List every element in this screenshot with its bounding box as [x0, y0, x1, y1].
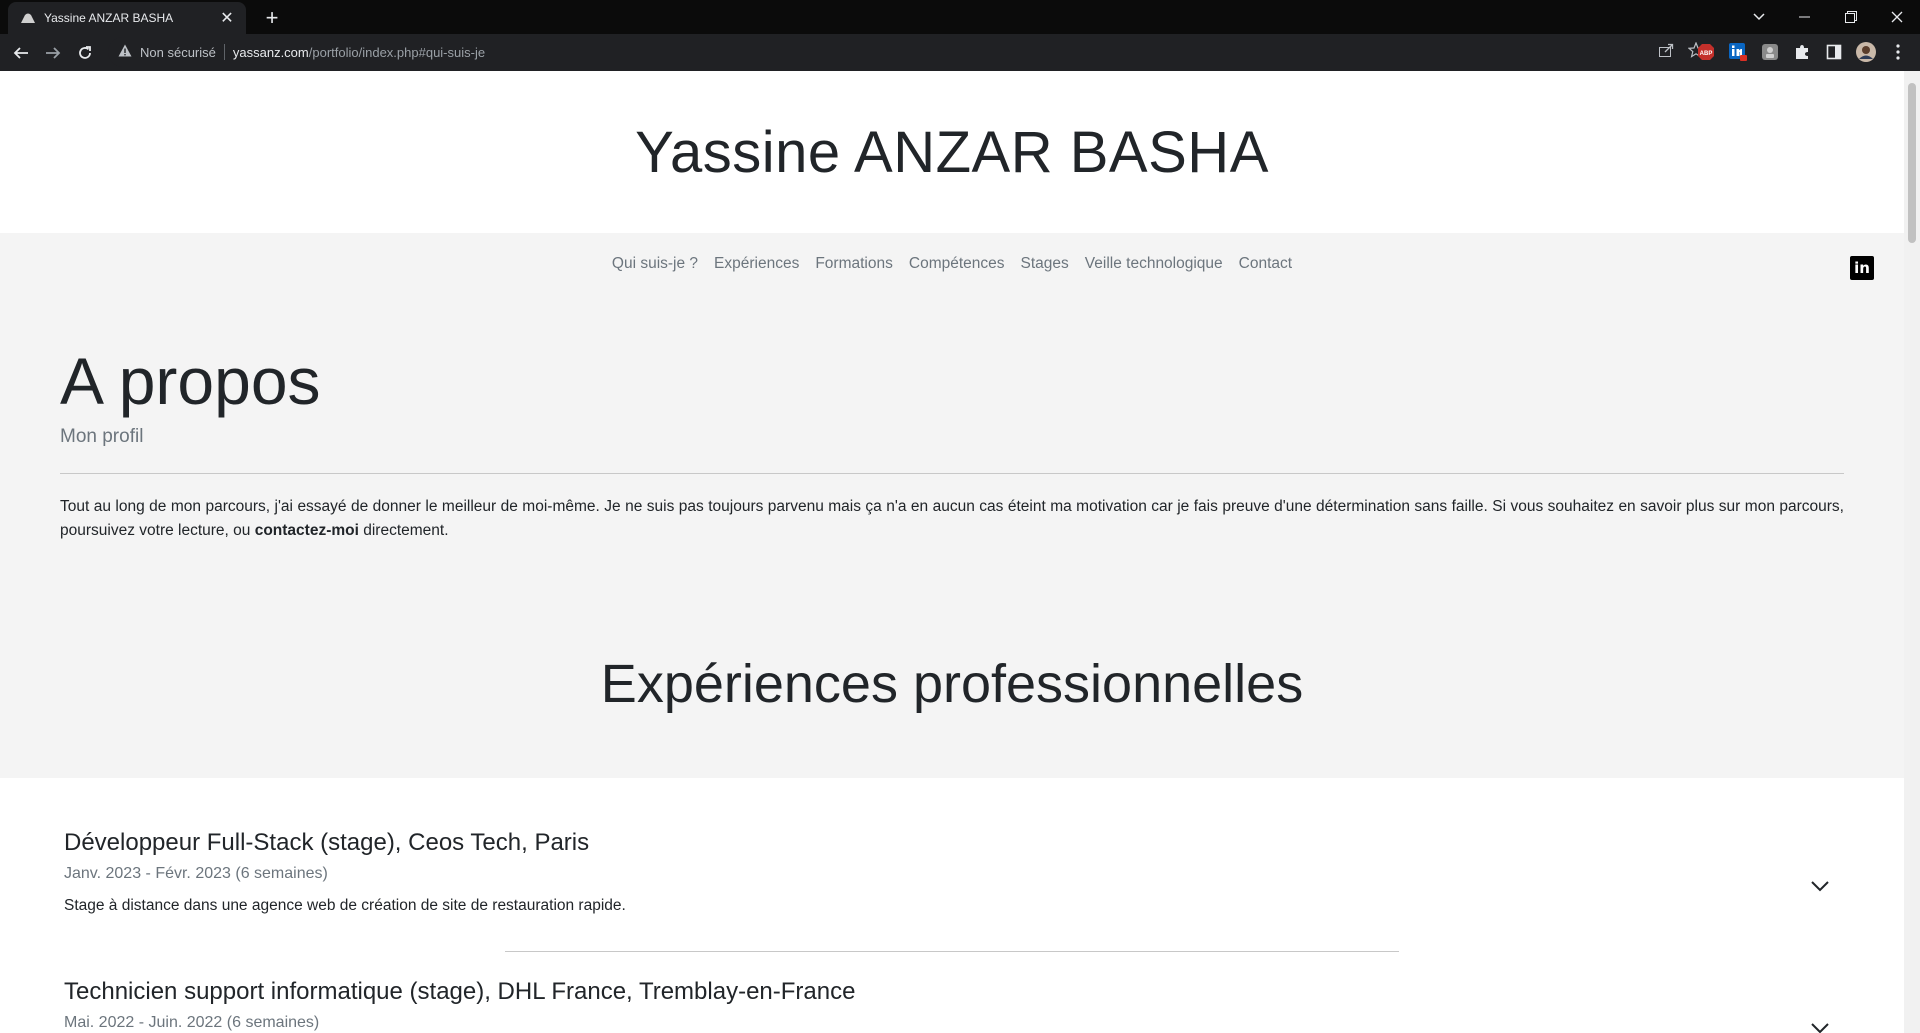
experience-divider	[505, 951, 1399, 952]
chevron-down-icon[interactable]	[1810, 1021, 1830, 1033]
chevron-down-icon[interactable]	[1810, 879, 1830, 899]
about-section: Qui suis-je ? Expériences Formations Com…	[0, 233, 1904, 778]
address-separator	[223, 44, 225, 60]
tab-title: Yassine ANZAR BASHA	[44, 11, 174, 25]
restore-icon[interactable]	[1828, 0, 1874, 34]
url-path: /portfolio/index.php#qui-suis-je	[308, 44, 486, 60]
page-scrollbar[interactable]	[1904, 71, 1920, 1033]
back-icon[interactable]	[6, 38, 36, 68]
tab-search-icon[interactable]	[1736, 0, 1782, 34]
scrollbar-thumb[interactable]	[1908, 83, 1916, 243]
nav-item-veille-technologique[interactable]: Veille technologique	[1085, 255, 1223, 273]
nav-item-qui-suis-je[interactable]: Qui suis-je ?	[612, 255, 698, 273]
about-divider	[60, 473, 1844, 474]
url-host: yassanz.com	[232, 44, 309, 60]
browser-tab[interactable]: Yassine ANZAR BASHA ✕	[8, 2, 246, 34]
experience-item[interactable]: Développeur Full-Stack (stage), Ceos Tec…	[64, 829, 1844, 915]
nav-item-contact[interactable]: Contact	[1239, 255, 1292, 273]
share-icon[interactable]	[1658, 42, 1674, 63]
linkedin-extension-icon[interactable]	[1728, 42, 1748, 62]
experience-date: Janv. 2023 - Févr. 2023 (6 semaines)	[64, 865, 328, 882]
puzzle-icon[interactable]	[1792, 42, 1812, 62]
experience-date: Mai. 2022 - Juin. 2022 (6 semaines)	[64, 1014, 320, 1031]
security-indicator[interactable]: Non sécurisé	[118, 44, 216, 60]
svg-text:ABP: ABP	[1700, 51, 1713, 57]
browser-toolbar: Non sécurisé yassanz.com /portfolio/inde…	[0, 34, 1920, 71]
grey-extension-icon[interactable]	[1760, 42, 1780, 62]
address-bar[interactable]: Non sécurisé yassanz.com /portfolio/inde…	[108, 37, 1714, 67]
nav-item-competences[interactable]: Compétences	[909, 255, 1005, 273]
experience-item[interactable]: Technicien support informatique (stage),…	[64, 978, 1844, 1032]
tab-close-icon[interactable]: ✕	[218, 8, 236, 28]
site-favicon-icon	[20, 10, 36, 26]
contact-link[interactable]: contactez-moi	[255, 522, 359, 539]
about-title: A propos	[60, 344, 321, 418]
linkedin-icon[interactable]: in	[1850, 256, 1874, 280]
minimize-icon[interactable]	[1782, 0, 1828, 34]
nav-item-stages[interactable]: Stages	[1021, 255, 1069, 273]
reload-icon[interactable]	[70, 38, 100, 68]
warning-icon	[118, 44, 132, 60]
about-paragraph: Tout au long de mon parcours, j'ai essay…	[60, 495, 1844, 543]
security-label: Non sécurisé	[140, 44, 216, 60]
about-text-end: directement.	[358, 522, 449, 539]
experience-title: Technicien support informatique (stage),…	[64, 978, 856, 1005]
nav-item-experiences[interactable]: Expériences	[714, 255, 799, 273]
side-panel-icon[interactable]	[1824, 42, 1844, 62]
browser-tab-strip: Yassine ANZAR BASHA ✕ +	[0, 0, 1920, 34]
profile-avatar[interactable]	[1856, 42, 1876, 62]
experience-description: Stage à distance dans une agence web de …	[64, 897, 626, 914]
browser-menu-icon[interactable]	[1888, 42, 1908, 62]
site-header: Yassine ANZAR BASHA	[0, 71, 1904, 233]
abp-extension-icon[interactable]: ABP	[1696, 42, 1716, 62]
experiences-title: Expériences professionnelles	[600, 654, 1304, 714]
experience-title: Développeur Full-Stack (stage), Ceos Tec…	[64, 829, 590, 856]
site-name: Yassine ANZAR BASHA	[635, 120, 1269, 185]
about-subtitle: Mon profil	[60, 426, 144, 447]
web-page: Yassine ANZAR BASHA Qui suis-je ? Expéri…	[0, 71, 1904, 1033]
main-nav: Qui suis-je ? Expériences Formations Com…	[0, 255, 1904, 273]
forward-icon[interactable]	[38, 38, 68, 68]
nav-item-formations[interactable]: Formations	[815, 255, 893, 273]
new-tab-button[interactable]: +	[258, 4, 286, 32]
close-window-icon[interactable]	[1874, 0, 1920, 34]
